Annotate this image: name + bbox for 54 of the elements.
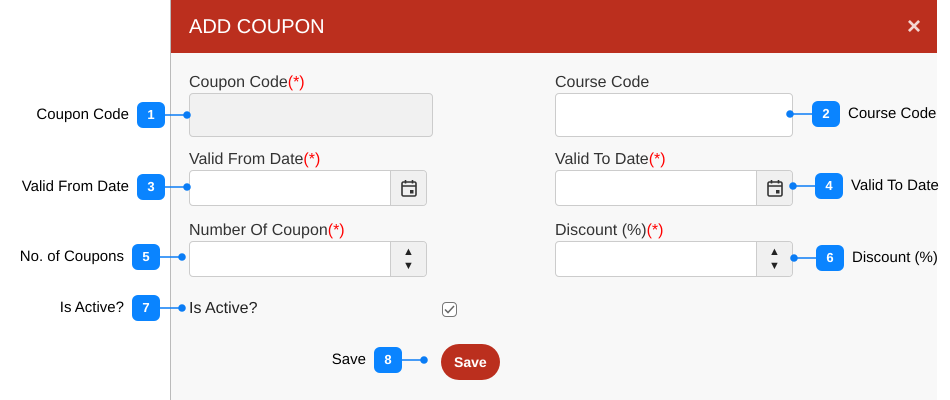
callout-label: Valid To Date [851, 176, 939, 196]
callout-badge: 4 [815, 173, 843, 199]
checkbox-label: Is Active? [189, 299, 258, 319]
field-label: Course Code [555, 74, 650, 91]
increment-button[interactable]: ▲ [769, 245, 780, 259]
calendar-icon [400, 179, 416, 197]
callout-label: Save [332, 350, 366, 370]
required-mark: (*) [303, 151, 320, 168]
leader-line [790, 254, 816, 262]
field-label: Discount (%) [555, 222, 647, 239]
calendar-button[interactable] [756, 171, 792, 205]
number-field[interactable]: ▲ ▼ [555, 241, 793, 277]
leader-line [160, 304, 186, 312]
callout-badge: 5 [132, 244, 160, 270]
leader-line [402, 356, 428, 364]
save-button[interactable]: Save [441, 344, 500, 380]
decrement-button[interactable]: ▼ [769, 259, 780, 273]
text-field[interactable] [555, 93, 793, 137]
increment-button[interactable]: ▲ [403, 245, 414, 259]
field-label: Number Of Coupon [189, 222, 328, 239]
date-field[interactable] [555, 170, 793, 206]
callout-badge: 2 [812, 101, 840, 127]
field-label: Coupon Code [189, 74, 288, 91]
leader-line [789, 182, 815, 190]
field-label: Valid To Date [555, 151, 649, 168]
calendar-button[interactable] [390, 171, 426, 205]
dialog-title: ADD COUPON [189, 14, 325, 40]
required-mark: (*) [288, 74, 305, 91]
leader-line [165, 183, 191, 191]
leader-line [786, 110, 812, 118]
required-mark: (*) [648, 151, 666, 168]
decrement-button[interactable]: ▼ [403, 259, 414, 273]
callout-label: Course Code [848, 104, 936, 124]
calendar-icon [766, 179, 782, 197]
callout-badge: 3 [137, 174, 165, 200]
leader-line [165, 111, 191, 119]
callout-label: Is Active? [60, 298, 124, 318]
checkmark-icon [444, 304, 455, 314]
callout-label: No. of Coupons [20, 246, 124, 267]
callout-badge: 8 [374, 347, 402, 373]
callout-label: Coupon Code [36, 104, 129, 125]
callout-label: Discount (%) [852, 248, 938, 268]
field-label: Valid From Date [189, 151, 304, 168]
callout-badge: 6 [816, 245, 844, 271]
callout-badge: 7 [132, 295, 160, 321]
required-mark: (*) [646, 222, 664, 239]
leader-line [160, 253, 186, 261]
number-field[interactable]: ▲ ▼ [189, 241, 427, 277]
close-button[interactable]: × [906, 14, 921, 38]
date-field[interactable] [189, 170, 427, 206]
callout-badge: 1 [137, 102, 165, 128]
callout-label: Valid From Date [22, 176, 129, 197]
required-mark: (*) [328, 222, 345, 239]
checkbox[interactable] [442, 302, 457, 316]
